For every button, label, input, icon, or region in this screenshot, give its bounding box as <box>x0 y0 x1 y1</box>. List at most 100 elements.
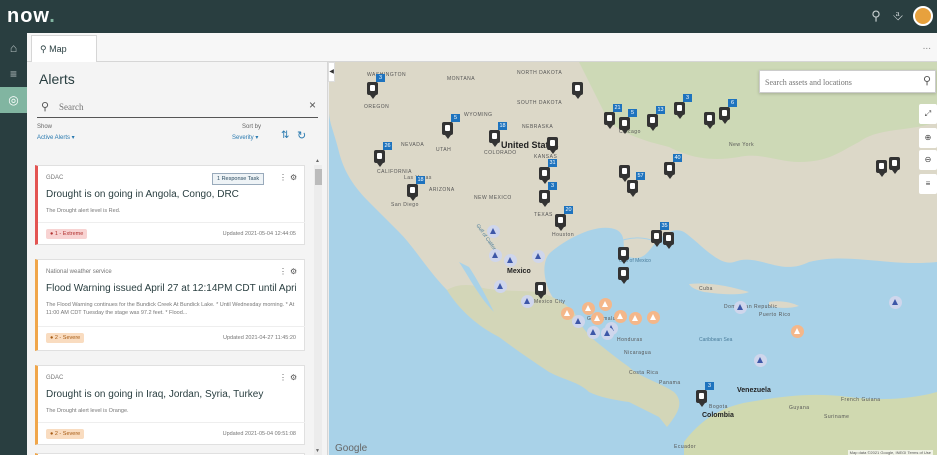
close-icon[interactable]: × <box>309 98 316 112</box>
alert-marker[interactable] <box>572 82 583 99</box>
collapse-panel-icon[interactable]: ◀ <box>328 62 335 82</box>
sort-direction-icon[interactable]: ⇅ <box>281 130 289 141</box>
cluster-count: 13 <box>656 106 665 114</box>
alert-marker[interactable] <box>367 82 378 99</box>
alert-marker[interactable] <box>489 130 500 147</box>
sort-dropdown[interactable]: Severity ▾ <box>232 134 258 141</box>
map-label: TEXAS <box>534 212 553 218</box>
show-filter-dropdown[interactable]: Active Alerts ▾ <box>37 134 75 141</box>
alert-marker[interactable] <box>647 114 658 131</box>
alert-marker[interactable] <box>618 247 629 264</box>
avatar[interactable] <box>913 6 933 26</box>
zoom-out-icon[interactable]: ⊖ <box>919 150 937 170</box>
warning-marker[interactable] <box>587 326 600 339</box>
more-icon[interactable]: ⋮ <box>279 173 287 182</box>
warning-marker[interactable] <box>487 225 500 238</box>
warning-marker[interactable] <box>614 310 627 323</box>
search-input[interactable] <box>59 98 289 116</box>
warning-marker[interactable] <box>521 295 534 308</box>
warning-marker[interactable] <box>599 298 612 311</box>
warning-marker[interactable] <box>647 311 660 324</box>
settings-icon[interactable]: ⚙ <box>290 173 297 182</box>
alert-marker[interactable] <box>539 167 550 184</box>
cluster-count: 40 <box>673 154 682 162</box>
map-view[interactable]: WASHINGTON MONTANA NORTH DAKOTA SOUTH DA… <box>329 62 937 455</box>
fullscreen-icon[interactable]: ⤢ <box>919 104 937 124</box>
alert-source: National weather service <box>46 269 112 275</box>
warning-marker[interactable] <box>629 312 642 325</box>
alert-marker[interactable] <box>696 390 707 407</box>
warning-marker[interactable] <box>791 325 804 338</box>
list-icon[interactable]: ≡ <box>0 61 27 87</box>
scrollbar-thumb[interactable] <box>315 169 322 185</box>
tab-map[interactable]: ⚲ Map <box>31 35 97 62</box>
cluster-count: 5 <box>451 114 460 122</box>
alert-marker[interactable] <box>618 267 629 284</box>
alert-marker[interactable] <box>651 230 662 247</box>
home-icon[interactable]: ⌂ <box>0 35 27 61</box>
alert-card[interactable]: GDAC ⋮ ⚙ Drought is on going in Iraq, Jo… <box>35 365 305 445</box>
alert-marker[interactable] <box>547 137 558 154</box>
servicenow-logo[interactable]: now. <box>7 5 56 28</box>
alert-marker[interactable] <box>374 150 385 167</box>
alert-card[interactable]: National weather service ⋮ ⚙ Flood Warni… <box>35 259 305 351</box>
warning-marker[interactable] <box>532 250 545 263</box>
alert-marker[interactable] <box>604 112 615 129</box>
warning-marker[interactable] <box>889 296 902 309</box>
response-task-badge[interactable]: 1 Response Task <box>212 173 265 185</box>
more-icon[interactable]: ... <box>923 41 931 52</box>
alert-marker[interactable] <box>407 184 418 201</box>
alert-marker[interactable] <box>619 117 630 134</box>
warning-marker[interactable] <box>572 315 585 328</box>
alert-marker[interactable] <box>889 157 900 174</box>
alert-marker[interactable] <box>539 190 550 207</box>
map-pin-icon[interactable]: ◎ <box>0 87 27 113</box>
cluster-count: 21 <box>613 104 622 112</box>
refresh-icon[interactable]: ↻ <box>297 129 306 142</box>
map-label: Honduras <box>617 337 643 343</box>
warning-marker[interactable] <box>494 280 507 293</box>
scroll-down-icon[interactable]: ▼ <box>315 448 320 454</box>
scroll-up-icon[interactable]: ▲ <box>315 158 320 164</box>
warning-marker[interactable] <box>504 254 517 267</box>
map-label: SOUTH DAKOTA <box>517 100 563 106</box>
alert-card[interactable]: GDAC 1 Response Task ⋮ ⚙ Drought is on g… <box>35 165 305 245</box>
search-icon[interactable]: ⚲ <box>923 74 931 87</box>
alert-marker[interactable] <box>663 232 674 249</box>
alert-marker[interactable] <box>664 162 675 179</box>
severity-badge: ● 2 - Severe <box>46 333 85 343</box>
alert-marker[interactable] <box>627 180 638 197</box>
alert-marker[interactable] <box>704 112 715 129</box>
scrollbar[interactable] <box>314 165 322 455</box>
warning-marker[interactable] <box>601 327 614 340</box>
map-attribution[interactable]: Map data ©2021 Google, INEGI Terms of Us… <box>847 450 933 455</box>
warning-marker[interactable] <box>489 249 502 262</box>
zoom-in-icon[interactable]: ⊕ <box>919 128 937 148</box>
top-navigation-bar: now. ⚲ ⎀ <box>0 0 937 33</box>
map-pin-icon: ⚲ <box>40 44 50 54</box>
warning-marker[interactable] <box>734 301 747 314</box>
cluster-count: 3 <box>683 94 692 102</box>
alert-marker[interactable] <box>719 107 730 124</box>
warning-marker[interactable] <box>754 354 767 367</box>
land-south-america <box>684 392 937 455</box>
alert-marker[interactable] <box>674 102 685 119</box>
more-icon[interactable]: ⋮ <box>279 373 287 382</box>
more-icon[interactable]: ⋮ <box>279 267 287 276</box>
settings-icon[interactable]: ⚙ <box>290 373 297 382</box>
alert-marker[interactable] <box>555 214 566 231</box>
warning-marker[interactable] <box>591 312 604 325</box>
bell-icon[interactable]: ⎀ <box>890 8 906 24</box>
search-icon[interactable]: ⚲ <box>868 8 884 24</box>
alert-marker[interactable] <box>535 282 546 299</box>
alert-marker[interactable] <box>876 160 887 177</box>
alert-marker[interactable] <box>619 165 630 182</box>
map-label: Puerto Rico <box>759 312 791 318</box>
settings-icon[interactable]: ⚙ <box>290 267 297 276</box>
alert-description: The Drought alert level is Orange. <box>46 408 129 414</box>
alert-marker[interactable] <box>442 122 453 139</box>
updated-timestamp: Updated 2021-04-27 11:45:20 <box>223 335 296 341</box>
cluster-count: 3 <box>548 182 557 190</box>
map-search-input[interactable] <box>765 74 905 90</box>
layers-icon[interactable]: ≡ <box>919 174 937 194</box>
